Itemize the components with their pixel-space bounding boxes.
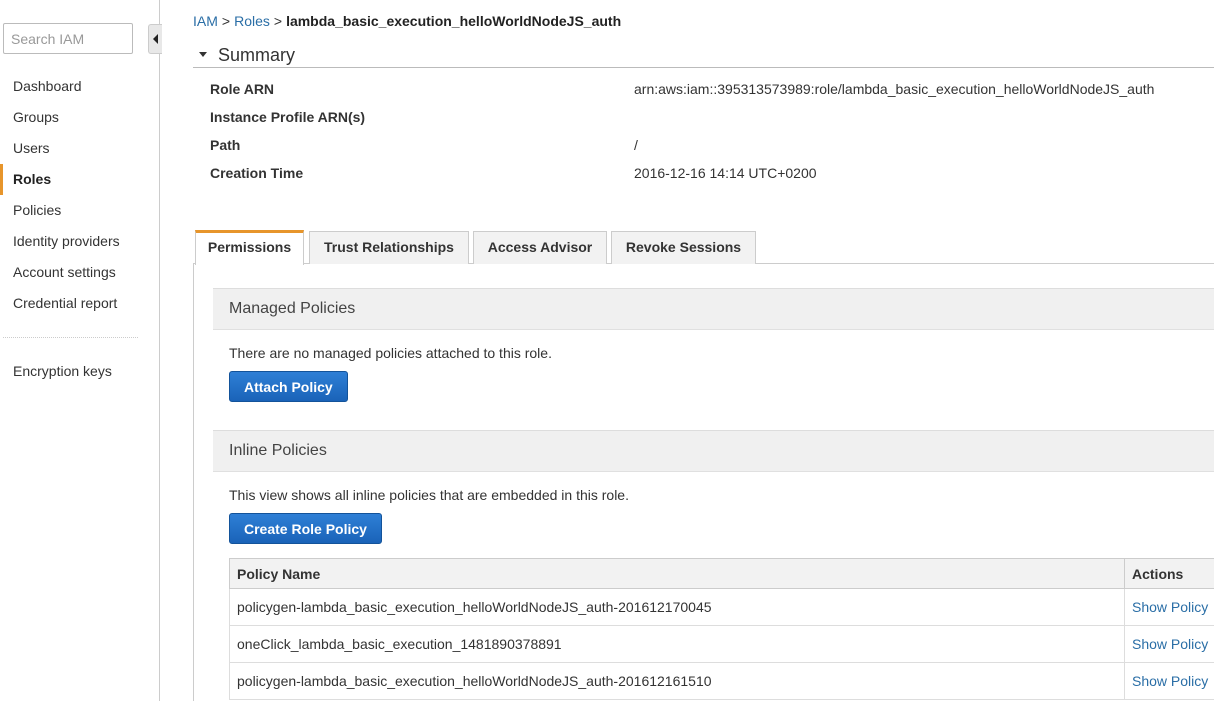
sidebar-nav: Dashboard Groups Users Roles Policies Id…: [0, 71, 160, 319]
summary-value: arn:aws:iam::395313573989:role/lambda_ba…: [634, 81, 1155, 97]
summary-label: Path: [210, 137, 241, 153]
summary-row: Instance Profile ARN(s): [210, 108, 1210, 136]
breadcrumb-current: lambda_basic_execution_helloWorldNodeJS_…: [286, 13, 622, 29]
summary-row: Role ARN arn:aws:iam::395313573989:role/…: [210, 80, 1210, 108]
table-row: policygen-lambda_basic_execution_helloWo…: [229, 662, 1214, 700]
sidebar-item-roles[interactable]: Roles: [0, 164, 160, 195]
managed-policies-message: There are no managed policies attached t…: [229, 345, 552, 361]
tab-bar: Permissions Trust Relationships Access A…: [193, 230, 1214, 265]
summary-label: Role ARN: [210, 81, 275, 97]
sidebar-divider: [3, 337, 138, 338]
attach-policy-button[interactable]: Attach Policy: [229, 371, 348, 402]
summary-title: Summary: [218, 45, 296, 65]
sidebar-item-encryption-keys[interactable]: Encryption keys: [13, 363, 112, 379]
sidebar-item-users[interactable]: Users: [0, 133, 160, 164]
show-policy-link[interactable]: Show Policy: [1132, 636, 1208, 652]
caret-down-icon: [199, 52, 207, 57]
column-header-policy-name[interactable]: Policy Name: [229, 558, 1125, 589]
summary-value: 2016-12-16 14:14 UTC+0200: [634, 165, 817, 181]
action-cell: Show Policy: [1124, 625, 1214, 663]
breadcrumb-separator: >: [221, 13, 231, 29]
summary-header[interactable]: Summary: [193, 44, 1214, 68]
sidebar-item-account-settings[interactable]: Account settings: [0, 257, 160, 288]
sidebar-item-dashboard[interactable]: Dashboard: [0, 71, 160, 102]
show-policy-link[interactable]: Show Policy: [1132, 673, 1208, 689]
policy-name-cell: policygen-lambda_basic_execution_helloWo…: [229, 588, 1125, 626]
summary-label: Instance Profile ARN(s): [210, 109, 366, 125]
search-input[interactable]: [3, 23, 133, 54]
policy-name-cell: policygen-lambda_basic_execution_helloWo…: [229, 662, 1125, 700]
sidebar-item-groups[interactable]: Groups: [0, 102, 160, 133]
breadcrumb-separator: >: [273, 13, 283, 29]
table-header-row: Policy Name Actions: [229, 558, 1214, 589]
tab-revoke-sessions[interactable]: Revoke Sessions: [611, 231, 756, 264]
breadcrumb: IAM > Roles > lambda_basic_execution_helloWo…: [193, 13, 621, 29]
summary-row: Path /: [210, 136, 1210, 164]
summary-row: Creation Time 2016-12-16 14:14 UTC+0200: [210, 164, 1210, 192]
collapse-sidebar-button[interactable]: [148, 24, 162, 54]
managed-policies-header: Managed Policies: [213, 288, 1214, 330]
summary-table: Role ARN arn:aws:iam::395313573989:role/…: [210, 80, 1210, 192]
breadcrumb-iam-link[interactable]: IAM: [193, 13, 218, 29]
action-cell: Show Policy: [1124, 662, 1214, 700]
tab-content: Managed Policies There are no managed po…: [193, 264, 1214, 701]
chevron-left-icon: [153, 34, 158, 44]
sidebar-item-policies[interactable]: Policies: [0, 195, 160, 226]
sidebar-item-credential-report[interactable]: Credential report: [0, 288, 160, 319]
tab-trust-relationships[interactable]: Trust Relationships: [309, 231, 469, 264]
sidebar: Dashboard Groups Users Roles Policies Id…: [0, 0, 162, 701]
inline-policies-header: Inline Policies: [213, 430, 1214, 472]
tab-permissions[interactable]: Permissions: [195, 230, 304, 265]
main-content: IAM > Roles > lambda_basic_execution_helloWo…: [193, 0, 1214, 701]
breadcrumb-roles-link[interactable]: Roles: [234, 13, 270, 29]
inline-policies-message: This view shows all inline policies that…: [229, 487, 629, 503]
table-row: oneClick_lambda_basic_execution_14818903…: [229, 625, 1214, 663]
policy-name-cell: oneClick_lambda_basic_execution_14818903…: [229, 625, 1125, 663]
create-role-policy-button[interactable]: Create Role Policy: [229, 513, 382, 544]
sidebar-item-identity-providers[interactable]: Identity providers: [0, 226, 160, 257]
tab-access-advisor[interactable]: Access Advisor: [473, 231, 607, 264]
show-policy-link[interactable]: Show Policy: [1132, 599, 1208, 615]
summary-value: /: [634, 137, 638, 153]
summary-label: Creation Time: [210, 165, 304, 181]
table-row: policygen-lambda_basic_execution_helloWo…: [229, 588, 1214, 626]
inline-policies-table: Policy Name Actions policygen-lambda_bas…: [229, 558, 1214, 700]
column-header-actions: Actions: [1124, 558, 1214, 589]
action-cell: Show Policy: [1124, 588, 1214, 626]
